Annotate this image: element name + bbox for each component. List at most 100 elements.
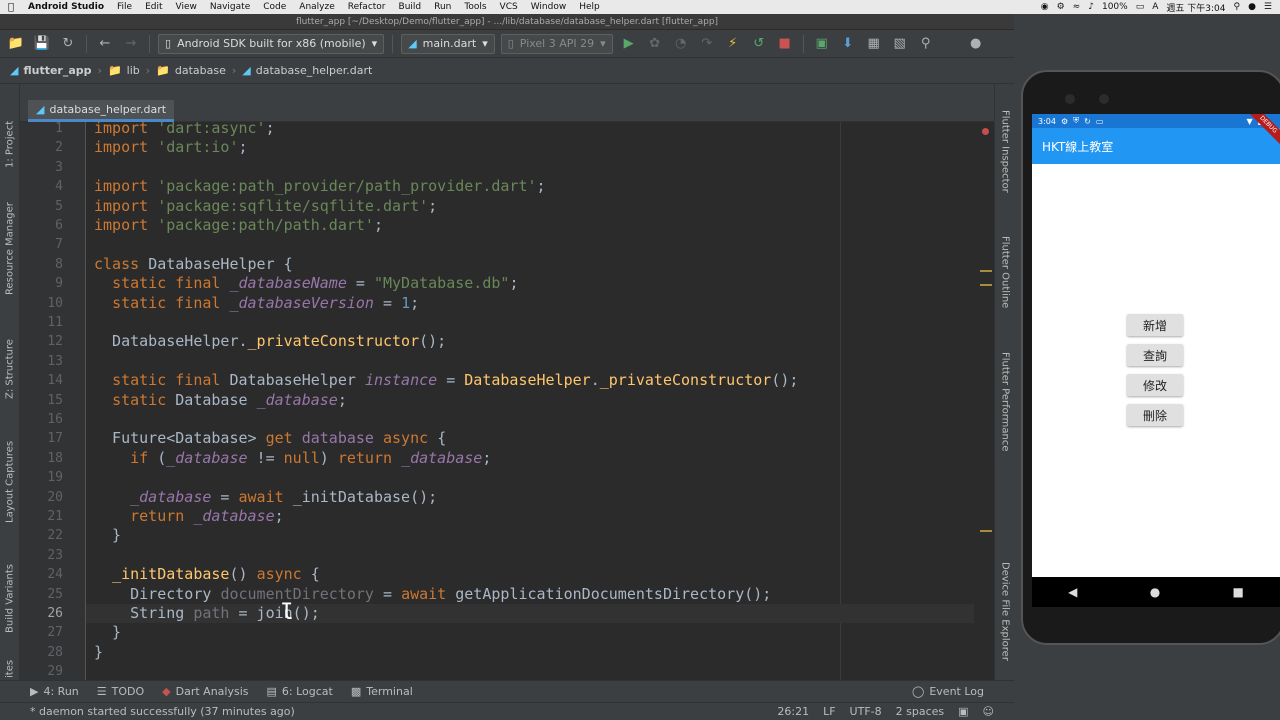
open-folder-icon[interactable]: 📁	[6, 34, 26, 54]
menu-code[interactable]: Code	[257, 0, 293, 14]
tool-build-variants[interactable]: Build Variants	[0, 554, 20, 644]
tool-terminal[interactable]: ▩ Terminal	[351, 685, 413, 698]
siri-icon[interactable]: ●	[1248, 2, 1256, 12]
tool-project[interactable]: 1: Project	[0, 104, 20, 184]
warning-mark[interactable]	[980, 284, 992, 286]
tool-todo[interactable]: ☰ TODO	[97, 685, 144, 698]
code-editor[interactable]: 1 2 3 4 5 6 7 8 9 10 11 12 13 14 15 16 17 18 19 20 21 22 23 24 2…	[20, 119, 994, 680]
tool-structure[interactable]: Z: Structure	[0, 324, 20, 414]
input-method[interactable]: A	[1152, 2, 1158, 12]
forward-arrow-icon[interactable]: →	[121, 34, 141, 54]
update-button[interactable]: 修改	[1127, 374, 1183, 396]
nav-back-icon[interactable]: ◀	[1068, 585, 1077, 599]
attach-debugger-icon[interactable]: ↷	[697, 34, 717, 54]
stop-icon[interactable]: ■	[775, 34, 795, 54]
menu-refactor[interactable]: Refactor	[342, 0, 393, 14]
query-button[interactable]: 查詢	[1127, 344, 1183, 366]
hot-restart-icon[interactable]: ↺	[749, 34, 769, 54]
run-config-selector[interactable]: ◢ main.dart ▾	[401, 33, 495, 54]
inspector-icon[interactable]: ☺	[983, 705, 994, 718]
breadcrumb-lib[interactable]: 📁 lib	[108, 64, 140, 77]
line-number-gutter[interactable]: 1 2 3 4 5 6 7 8 9 10 11 12 13 14 15 16 17 18 19 20 21 22 23 24 2…	[20, 121, 86, 680]
menu-edit[interactable]: Edit	[139, 0, 169, 14]
line-number: 4	[55, 179, 63, 195]
run-icon[interactable]: ▶	[619, 34, 639, 54]
tool-flutter-performance[interactable]: Flutter Performance	[995, 352, 1015, 482]
breadcrumb-database[interactable]: 📁 database	[156, 64, 226, 77]
tool-flutter-outline[interactable]: Flutter Outline	[995, 236, 1015, 336]
tool-layout-captures[interactable]: Layout Captures	[0, 429, 20, 534]
nav-home-icon[interactable]: ●	[1150, 585, 1160, 599]
breadcrumb-file[interactable]: ◢ database_helper.dart	[242, 64, 372, 77]
apple-icon[interactable]: 	[0, 2, 22, 13]
nav-recents-icon[interactable]: ■	[1233, 585, 1244, 599]
menu-analyze[interactable]: Analyze	[293, 0, 341, 14]
code-line: import 'package:path_provider/path_provi…	[94, 177, 546, 196]
sdk-manager-icon[interactable]: ⬇	[838, 34, 858, 54]
menu-window[interactable]: Window	[525, 0, 574, 14]
emulator-selector[interactable]: ▯ Pixel 3 API 29 ▾	[500, 33, 613, 54]
search-everywhere-icon[interactable]: ⚲	[916, 34, 936, 54]
line-separator[interactable]: LF	[823, 705, 835, 718]
breadcrumb-project[interactable]: ◢ flutter_app	[10, 64, 92, 77]
record-icon[interactable]: ◉	[1041, 2, 1049, 12]
menu-help[interactable]: Help	[573, 0, 607, 14]
spotlight-icon[interactable]: ⚲	[1233, 2, 1240, 12]
menu-navigate[interactable]: Navigate	[204, 0, 257, 14]
device-manager-icon[interactable]: ▧	[890, 34, 910, 54]
status-message[interactable]: * daemon started successfully (37 minute…	[30, 705, 295, 718]
gear-icon[interactable]: ⚙	[1057, 2, 1065, 12]
tool-event-log[interactable]: ◯ Event Log	[912, 685, 984, 698]
menu-build[interactable]: Build	[393, 0, 429, 14]
debug-icon[interactable]: ✿	[645, 34, 665, 54]
delete-button[interactable]: 刪除	[1127, 404, 1183, 426]
battery-percent[interactable]: 100%	[1102, 2, 1128, 12]
tool-favorites[interactable]: ites	[0, 659, 20, 679]
menu-run[interactable]: Run	[428, 0, 458, 14]
indent-setting[interactable]: 2 spaces	[896, 705, 945, 718]
line-number: 7	[55, 237, 63, 253]
caret-position[interactable]: 26:21	[777, 705, 809, 718]
save-icon[interactable]: 💾	[32, 34, 52, 54]
warning-mark[interactable]	[980, 530, 992, 532]
menu-vcs[interactable]: VCS	[494, 0, 525, 14]
code-area[interactable]: import 'dart:async'; import 'dart:io'; i…	[86, 119, 974, 680]
tool-device-file-explorer[interactable]: Device File Explorer	[995, 562, 1015, 680]
error-indicator-icon[interactable]	[982, 128, 989, 135]
tool-dart-analysis[interactable]: ◆ Dart Analysis	[162, 685, 248, 698]
notification-center-icon[interactable]: ☰	[1264, 2, 1272, 12]
wifi-icon[interactable]: ≈	[1073, 2, 1081, 12]
right-tool-strip: Flutter Inspector Flutter Outline Flutte…	[994, 84, 1014, 680]
file-encoding[interactable]: UTF-8	[850, 705, 882, 718]
chevron-right-icon: ›	[145, 64, 151, 77]
error-stripe[interactable]	[978, 122, 992, 680]
tool-logcat[interactable]: ▤ 6: Logcat	[267, 685, 333, 698]
avd-manager-icon[interactable]: ▣	[812, 34, 832, 54]
tool-flutter-inspector[interactable]: Flutter Inspector	[995, 110, 1015, 220]
user-icon[interactable]: ●	[966, 34, 986, 54]
device-selector[interactable]: ▯ Android SDK built for x86 (mobile) ▾	[158, 33, 385, 54]
menu-app-name[interactable]: Android Studio	[22, 0, 111, 14]
run-config-label: main.dart	[422, 37, 477, 50]
back-arrow-icon[interactable]: ←	[95, 34, 115, 54]
sync-icon: ↻	[1084, 116, 1091, 126]
settings-icon: ⚙	[1060, 116, 1069, 126]
volume-icon[interactable]: ♪	[1088, 2, 1094, 12]
sync-icon[interactable]: ↻	[58, 34, 78, 54]
insert-button[interactable]: 新增	[1127, 314, 1183, 336]
warning-mark[interactable]	[980, 270, 992, 272]
tool-resource-manager[interactable]: Resource Manager	[0, 194, 20, 304]
menu-view[interactable]: View	[170, 0, 204, 14]
project-structure-icon[interactable]: ▦	[864, 34, 884, 54]
menu-tools[interactable]: Tools	[458, 0, 493, 14]
clock[interactable]: 週五 下午3:04	[1166, 1, 1225, 14]
lock-icon[interactable]: ▣	[958, 705, 968, 718]
menu-file[interactable]: File	[111, 0, 139, 14]
hot-reload-icon[interactable]: ⚡	[723, 34, 743, 54]
phone-screen[interactable]: 3:04 ⚙ ⛨ ↻ ▭ ▼ ▮ DEBUG HKT線上教室 新增 查詢 修改 …	[1032, 114, 1280, 577]
macos-menubar:  Android Studio File Edit View Navigate…	[0, 0, 1280, 14]
battery-icon[interactable]: ▭	[1136, 2, 1145, 12]
folder-icon: ◢	[10, 64, 19, 77]
profile-icon[interactable]: ◔	[671, 34, 691, 54]
tool-run[interactable]: ▶ 4: Run	[30, 685, 79, 698]
